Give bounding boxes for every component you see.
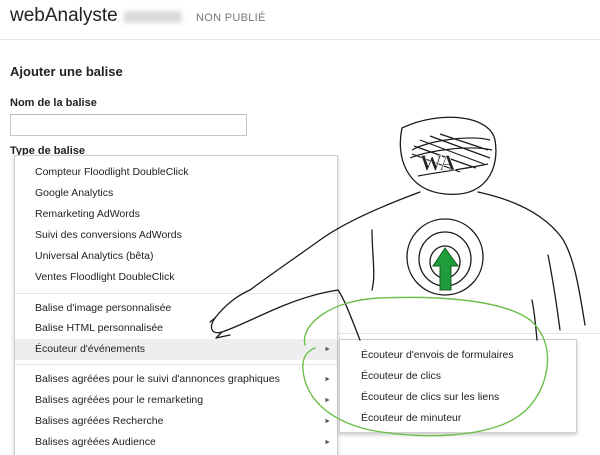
- menu-item-floodlight-sales[interactable]: Ventes Floodlight DoubleClick: [15, 267, 337, 288]
- menu-separator: [15, 364, 337, 365]
- menu-item-label: Balises agréées Audience: [35, 436, 156, 448]
- menu-item-adwords-remarketing[interactable]: Remarketing AdWords: [15, 204, 337, 225]
- menu-item-label: Balises agréées pour le remarketing: [35, 394, 204, 406]
- figure-torso-right: [531, 299, 538, 341]
- wa-logo-icon: WA: [409, 133, 493, 177]
- submenu-arrow-icon: ►: [324, 418, 331, 425]
- tag-type-menu: Compteur Floodlight DoubleClick Google A…: [14, 155, 338, 455]
- submenu-item-timer-listener[interactable]: Écouteur de minuteur: [340, 408, 576, 429]
- menu-item-event-listener[interactable]: Écouteur d'événements ►: [15, 339, 337, 360]
- submenu-arrow-icon: ►: [324, 439, 331, 446]
- submenu-arrow-icon: ►: [324, 346, 331, 353]
- menu-item-google-analytics[interactable]: Google Analytics: [15, 183, 337, 204]
- publish-status: NON PUBLIÉ: [196, 12, 266, 24]
- menu-item-label: Balises agréées pour le suivi d'annonces…: [35, 373, 280, 385]
- target-middle-ring: [418, 231, 472, 287]
- section-divider: [330, 333, 600, 334]
- logo-text: WA: [420, 150, 456, 175]
- menu-item-display-ads-tags[interactable]: Balises agréées pour le suivi d'annonces…: [15, 369, 337, 390]
- menu-item-universal-analytics[interactable]: Universal Analytics (bêta): [15, 246, 337, 267]
- menu-separator: [15, 293, 337, 294]
- account-id-redacted: [124, 11, 182, 23]
- menu-item-remarketing-tags[interactable]: Balises agréées pour le remarketing ►: [15, 390, 337, 411]
- menu-item-label: Écouteur d'événements: [35, 343, 145, 355]
- submenu-arrow-icon: ►: [324, 376, 331, 383]
- app-title: webAnalyste: [10, 5, 118, 26]
- menu-item-custom-image[interactable]: Balise d'image personnalisée: [15, 298, 337, 319]
- figure-right-shoulder: [477, 191, 586, 326]
- target-inner-ring: [429, 245, 461, 279]
- submenu-item-click-listener[interactable]: Écouteur de clics: [340, 366, 576, 387]
- figure-right-arm-inner: [547, 254, 561, 331]
- menu-item-custom-html[interactable]: Balise HTML personnalisée: [15, 318, 337, 339]
- green-arrow-icon: [432, 247, 459, 291]
- menu-item-floodlight-counter[interactable]: Compteur Floodlight DoubleClick: [15, 162, 337, 183]
- target-outer-ring: [406, 218, 484, 296]
- menu-item-audience-tags[interactable]: Balises agréées Audience ►: [15, 432, 337, 453]
- tag-name-input[interactable]: [10, 114, 247, 136]
- top-bar: webAnalyste NON PUBLIÉ: [0, 0, 600, 40]
- submenu-arrow-icon: ►: [324, 397, 331, 404]
- submenu-item-form-submit-listener[interactable]: Écouteur d'envois de formulaires: [340, 345, 576, 366]
- event-listener-submenu: Écouteur d'envois de formulaires Écouteu…: [339, 339, 577, 433]
- figure-torso-scribble: [371, 229, 375, 291]
- menu-item-adwords-conversion[interactable]: Suivi des conversions AdWords: [15, 225, 337, 246]
- page-heading: Ajouter une balise: [10, 64, 123, 79]
- submenu-item-link-click-listener[interactable]: Écouteur de clics sur les liens: [340, 387, 576, 408]
- figure-head: [399, 116, 497, 195]
- menu-item-label: Balises agréées Recherche: [35, 415, 164, 427]
- tag-name-label: Nom de la balise: [10, 97, 97, 109]
- menu-item-search-tags[interactable]: Balises agréées Recherche ►: [15, 411, 337, 432]
